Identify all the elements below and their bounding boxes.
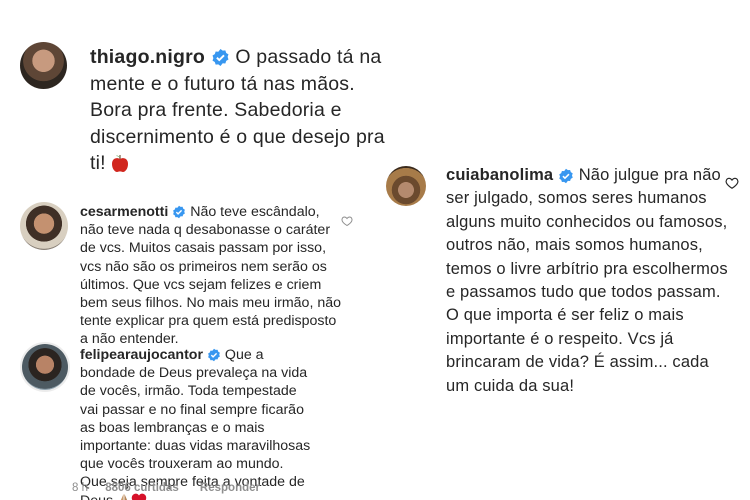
comment-thiago: thiago.nigro O passado tá na mente e o f… [90, 44, 400, 177]
comment-text-cesarmenotti: Não teve escândalo, não teve nada q desa… [80, 204, 342, 348]
comment-time: 8 h [72, 482, 88, 494]
reply-button[interactable]: Responder [200, 482, 260, 494]
likes-count-button[interactable]: 8806 curtidas [105, 482, 179, 494]
comment-felipearaujocantor: felipearaujocantor Que a bondade de Deus… [80, 346, 312, 500]
username-thiago[interactable]: thiago.nigro [90, 46, 205, 68]
username-felipearaujocantor[interactable]: felipearaujocantor [80, 347, 203, 363]
apple-emoji-icon [111, 153, 129, 173]
avatar-cuiabanolima[interactable] [386, 166, 426, 206]
verified-badge-icon [558, 168, 574, 184]
comment-cuiabanolima: cuiabanolima Não julgue pra não ser julg… [446, 164, 731, 398]
username-cuiabanolima[interactable]: cuiabanolima [446, 166, 553, 184]
comment-cesarmenotti: cesarmenotti Não teve escândalo, não tev… [80, 203, 345, 349]
heart-outline-icon[interactable] [725, 176, 739, 195]
verified-badge-icon [172, 205, 186, 219]
comment-meta-row: 8 h 8806 curtidas Responder [72, 482, 278, 494]
avatar-cesarmenotti[interactable] [20, 202, 68, 250]
comment-text-felipearaujocantor: Que a bondade de Deus prevaleça na vida … [80, 347, 311, 500]
avatar-felipearaujocantor[interactable] [20, 342, 70, 392]
heart-outline-icon[interactable] [341, 214, 353, 232]
avatar-thiago[interactable] [20, 42, 67, 89]
verified-badge-icon [211, 48, 230, 67]
username-cesarmenotti[interactable]: cesarmenotti [80, 204, 168, 220]
comment-text-cuiabanolima: Não julgue pra não ser julgado, somos se… [446, 166, 728, 395]
verified-badge-icon [207, 348, 221, 362]
